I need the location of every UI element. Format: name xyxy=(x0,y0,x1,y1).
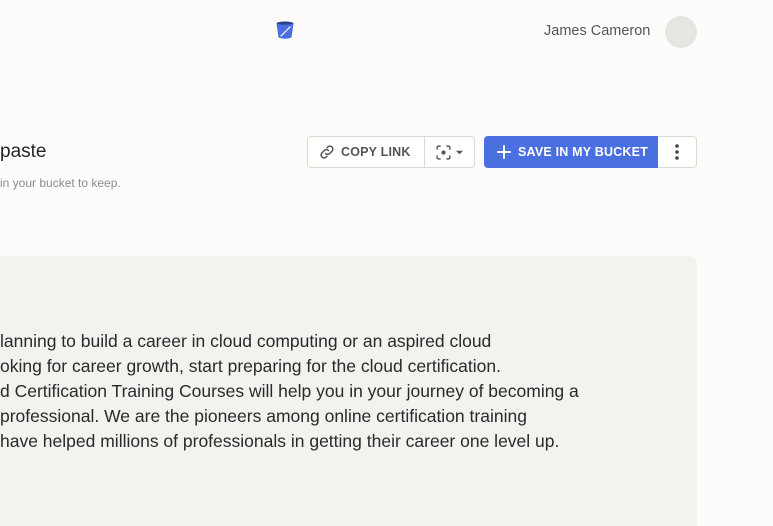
plus-icon xyxy=(497,145,511,159)
bucket-icon[interactable] xyxy=(275,20,295,40)
screenshot-icon xyxy=(436,144,451,160)
save-label: SAVE IN MY BUCKET xyxy=(518,145,649,159)
content-line: d Certification Training Courses will he… xyxy=(0,381,579,401)
user-name[interactable]: James Cameron xyxy=(544,23,650,39)
content-line: have helped millions of professionals in… xyxy=(0,431,560,451)
more-options-button[interactable] xyxy=(658,136,697,168)
avatar[interactable] xyxy=(665,16,697,48)
content-text: lanning to build a career in cloud compu… xyxy=(0,329,697,454)
page-title: paste xyxy=(0,141,47,162)
share-button-group: COPY LINK xyxy=(307,136,475,168)
copy-link-label: COPY LINK xyxy=(341,145,411,159)
content-line: lanning to build a career in cloud compu… xyxy=(0,331,492,351)
link-icon xyxy=(320,145,334,159)
screenshot-button[interactable] xyxy=(425,137,474,167)
chevron-down-icon xyxy=(455,150,463,154)
content-line: professional. We are the pioneers among … xyxy=(0,406,527,426)
page-hint: in your bucket to keep. xyxy=(0,176,121,190)
more-vertical-icon xyxy=(675,144,679,160)
content-line: oking for career growth, start preparing… xyxy=(0,356,501,376)
copy-link-button[interactable]: COPY LINK xyxy=(308,137,425,167)
save-in-bucket-button[interactable]: SAVE IN MY BUCKET xyxy=(484,136,658,168)
